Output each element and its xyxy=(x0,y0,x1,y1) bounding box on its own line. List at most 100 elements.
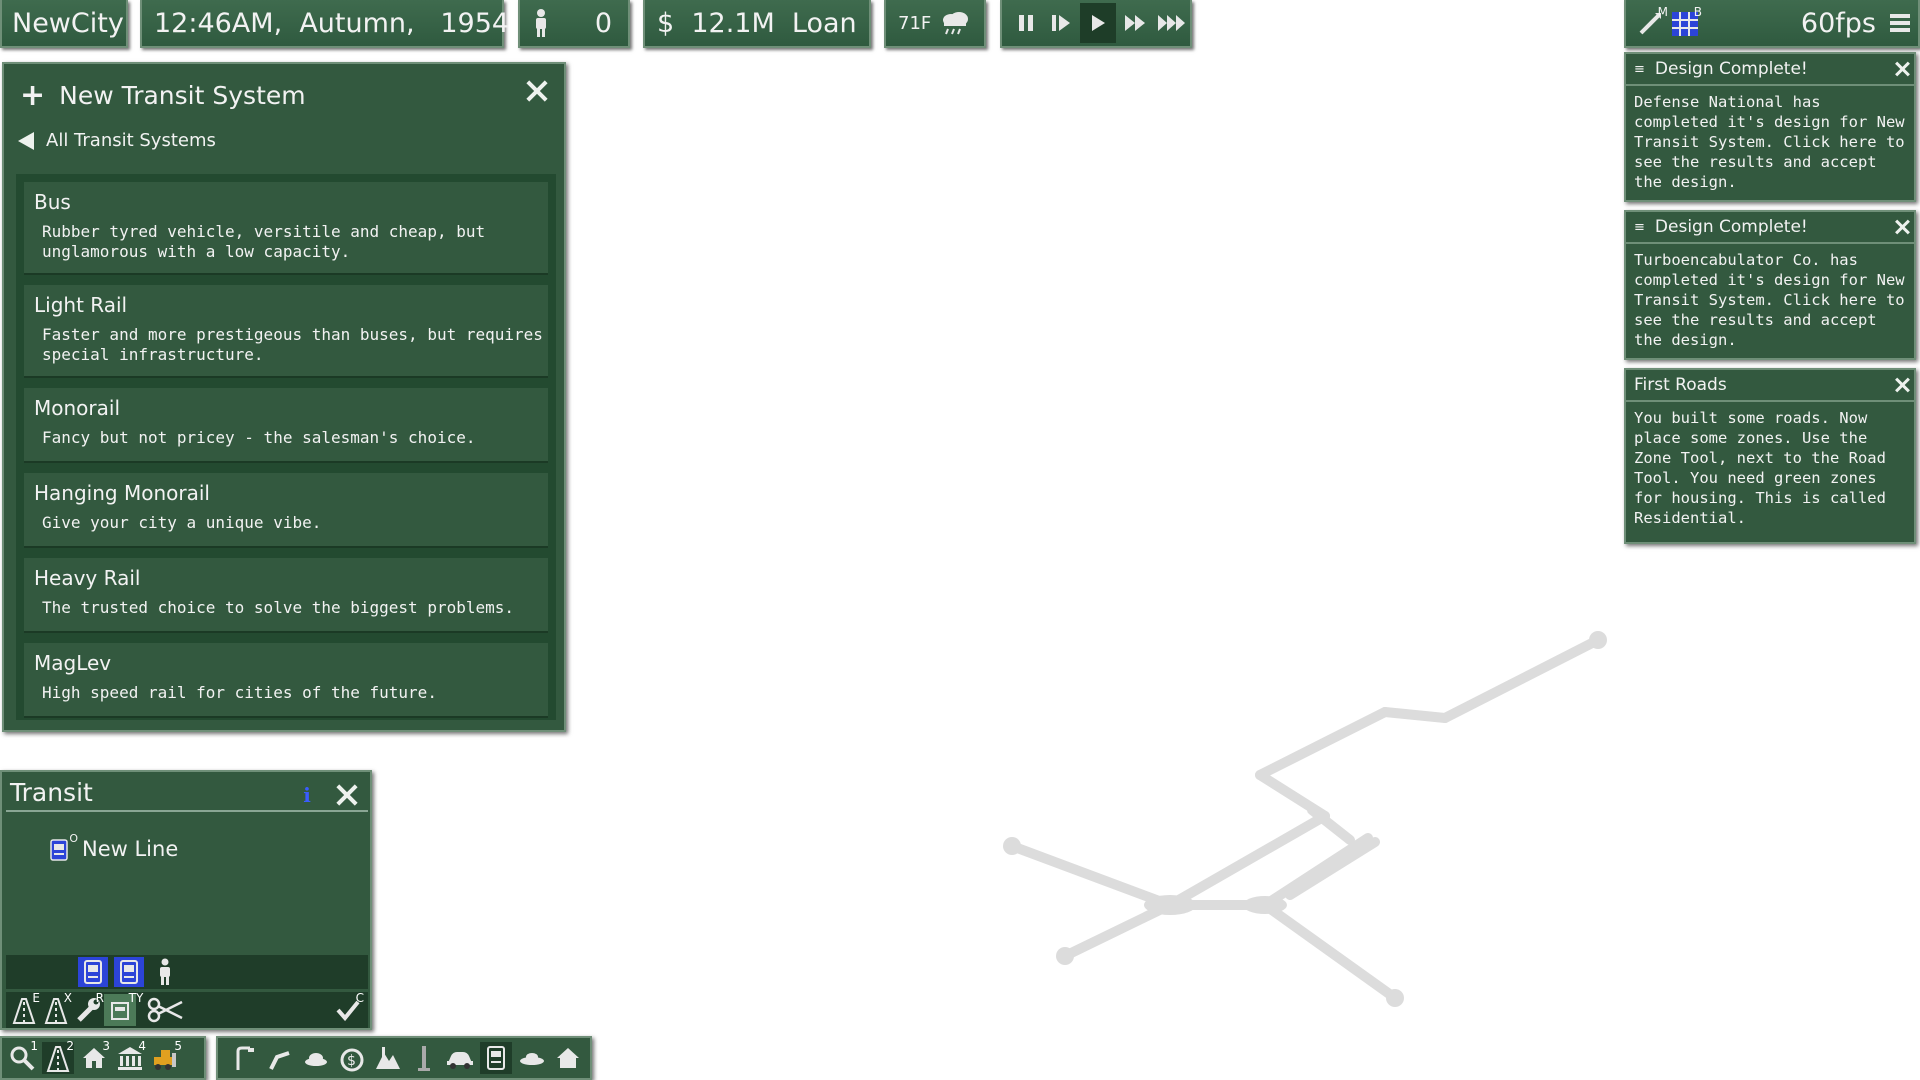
road-end xyxy=(1386,989,1404,1007)
transit-option-heavy-rail[interactable]: Heavy Rail The trusted choice to solve t… xyxy=(24,558,548,633)
car-icon[interactable] xyxy=(444,1042,476,1074)
city-name-box[interactable]: NewCity xyxy=(0,0,128,48)
ufo-icon[interactable] xyxy=(516,1042,548,1074)
option-desc: Give your city a unique vibe. xyxy=(42,513,322,532)
walk-mode-icon[interactable] xyxy=(150,957,180,987)
map-key-b: B xyxy=(1693,5,1702,19)
rain-cloud-icon xyxy=(939,9,971,37)
close-icon[interactable] xyxy=(1894,376,1912,394)
money-box[interactable]: $ 12.1M Loan xyxy=(643,0,871,48)
plus-icon: + xyxy=(20,78,46,113)
back-arrow-icon xyxy=(18,131,34,150)
panel-title: New Transit System xyxy=(59,81,306,110)
pause-icon[interactable] xyxy=(1010,3,1041,43)
population-count: 0 xyxy=(594,7,612,39)
option-desc: Fancy but not pricey - the salesman's ch… xyxy=(42,428,476,447)
money-bag-icon[interactable]: $ xyxy=(336,1042,368,1074)
fps-counter: 60fps xyxy=(1800,7,1876,39)
notification-design-complete-2[interactable]: ≡ Design Complete! Turboencabulator Co. … xyxy=(1624,210,1916,360)
map-roads[interactable] xyxy=(980,620,1630,1020)
person-icon xyxy=(530,8,552,38)
road-remove-tool-icon[interactable]: X xyxy=(40,991,72,1026)
bottom-toolbar-right: $ xyxy=(216,1036,592,1080)
road-segment xyxy=(1007,841,1175,910)
search-icon[interactable]: 1 xyxy=(6,1039,38,1074)
new-line-button[interactable]: O New Line xyxy=(50,832,179,862)
road-end xyxy=(1056,947,1074,965)
close-icon[interactable] xyxy=(1894,218,1912,236)
government-building-icon[interactable]: 4 xyxy=(114,1039,146,1074)
transit-option-monorail[interactable]: Monorail Fancy but not pricey - the sale… xyxy=(24,388,548,463)
home-icon[interactable] xyxy=(552,1042,584,1074)
wrench-icon[interactable]: R xyxy=(72,991,104,1026)
close-icon[interactable] xyxy=(1894,60,1912,78)
title-divider xyxy=(6,810,368,812)
hat-icon[interactable] xyxy=(300,1042,332,1074)
notification-header: First Roads xyxy=(1626,370,1914,402)
pipe-icon[interactable] xyxy=(264,1042,296,1074)
speed-controls xyxy=(1000,0,1192,48)
main-menu-icon[interactable] xyxy=(1886,3,1914,43)
notification-title: First Roads xyxy=(1634,375,1727,395)
notification-body: You built some roads. Now place some zon… xyxy=(1634,409,1886,527)
key-label: Y xyxy=(136,991,144,1005)
temperature: 71F xyxy=(898,12,932,34)
close-icon[interactable] xyxy=(334,782,360,808)
weather-box[interactable]: 71F xyxy=(884,0,986,48)
house-zone-icon[interactable]: 3 xyxy=(78,1039,110,1074)
notification-first-roads[interactable]: First Roads You built some roads. Now pl… xyxy=(1624,368,1916,544)
terrain-icon[interactable] xyxy=(372,1042,404,1074)
transit-option-hanging-monorail[interactable]: Hanging Monorail Give your city a unique… xyxy=(24,473,548,548)
money-value: $ 12.1M Loan xyxy=(657,7,857,39)
option-name: Light Rail xyxy=(34,293,128,317)
population-box[interactable]: 0 xyxy=(518,0,630,48)
option-desc: The trusted choice to solve the biggest … xyxy=(42,598,515,617)
mode-row xyxy=(6,955,368,989)
new-line-label: New Line xyxy=(82,837,179,861)
transit-system-list: Bus Rubber tyred vehicle, versitile and … xyxy=(16,174,556,720)
notification-title: Design Complete! xyxy=(1654,217,1808,237)
transit-panel-title: Transit xyxy=(10,778,93,807)
key-label: 1 xyxy=(30,1039,38,1053)
fastest-forward-icon[interactable] xyxy=(1155,3,1190,43)
transit-option-maglev[interactable]: MagLev High speed rail for cities of the… xyxy=(24,643,548,718)
transit-panel: Transit i O New Line E X R T Y C xyxy=(0,770,372,1030)
date-time-box[interactable]: 12:46AM, Autumn, 1954 xyxy=(140,0,509,48)
bus-mode-icon[interactable] xyxy=(78,957,108,987)
new-transit-system-panel: + New Transit System All Transit Systems… xyxy=(2,62,566,732)
road-tool-icon[interactable]: E xyxy=(8,991,40,1026)
key-label: 5 xyxy=(174,1039,182,1053)
scissors-icon[interactable]: Y xyxy=(136,991,194,1026)
notification-body: Turboencabulator Co. has completed it's … xyxy=(1634,251,1905,349)
key-label: E xyxy=(32,991,40,1005)
street-lamp-icon[interactable] xyxy=(228,1042,260,1074)
back-link-label: All Transit Systems xyxy=(46,130,216,151)
bulldozer-icon[interactable]: 5 xyxy=(150,1039,182,1074)
close-icon[interactable] xyxy=(524,78,550,104)
confirm-check-icon[interactable]: C xyxy=(332,991,364,1026)
road-tool-icon[interactable]: 2 xyxy=(42,1039,74,1074)
info-icon[interactable]: i xyxy=(298,783,316,807)
road-junction xyxy=(1144,895,1196,915)
rail-mode-icon[interactable] xyxy=(114,957,144,987)
map-key-m: M xyxy=(1657,5,1668,19)
map-mode-tool-icon[interactable]: M xyxy=(1634,3,1668,43)
grid-map-icon[interactable]: B xyxy=(1668,3,1702,43)
transit-tool-icon[interactable] xyxy=(480,1042,512,1074)
drag-handle-icon: ≡ xyxy=(1634,219,1645,235)
road-segment xyxy=(1380,707,1450,723)
road-end xyxy=(1003,837,1021,855)
step-icon[interactable] xyxy=(1045,3,1076,43)
transit-option-bus[interactable]: Bus Rubber tyred vehicle, versitile and … xyxy=(24,182,548,275)
transit-option-light-rail[interactable]: Light Rail Faster and more prestigeous t… xyxy=(24,285,548,378)
key-label: 3 xyxy=(102,1039,110,1053)
tower-icon[interactable] xyxy=(408,1042,440,1074)
drag-handle-icon: ≡ xyxy=(1634,61,1645,77)
play-icon[interactable] xyxy=(1080,3,1116,43)
notification-design-complete-1[interactable]: ≡ Design Complete! Defense National has … xyxy=(1624,52,1916,202)
fast-forward-icon[interactable] xyxy=(1120,3,1151,43)
back-link[interactable]: All Transit Systems xyxy=(18,130,216,151)
option-name: MagLev xyxy=(34,651,112,675)
road-segment xyxy=(1260,900,1400,1003)
stop-tool-icon[interactable]: T xyxy=(104,991,136,1026)
